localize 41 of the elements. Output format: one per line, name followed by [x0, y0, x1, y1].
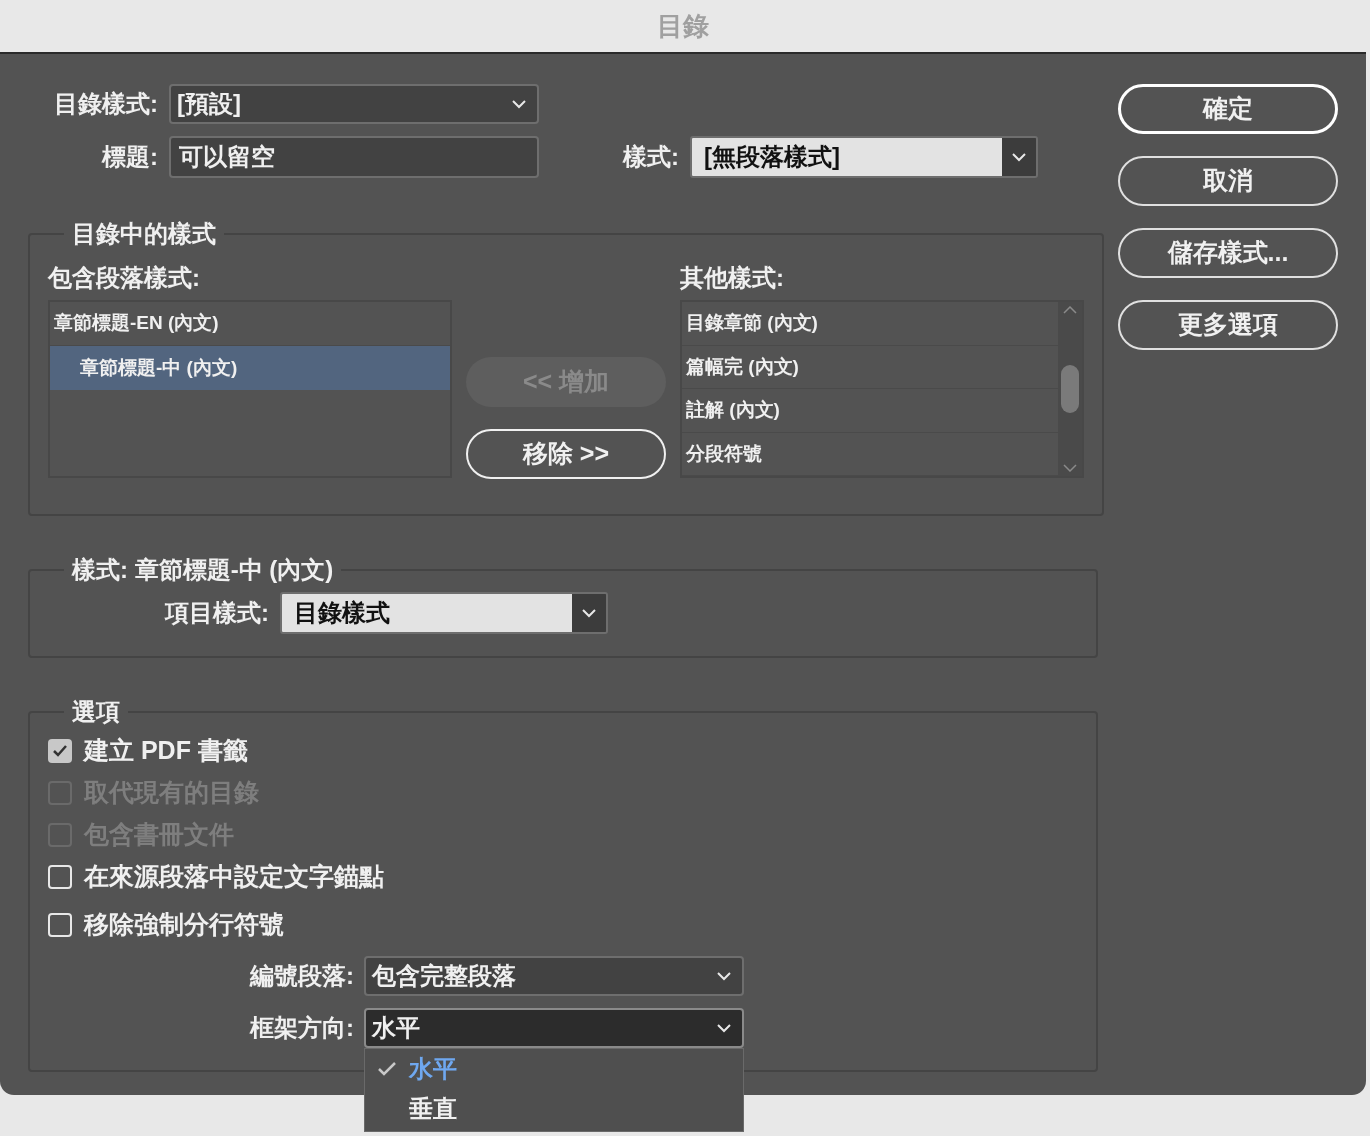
group-title: 目錄中的樣式 [71, 219, 217, 249]
dialog-button[interactable]: 確定 [1118, 84, 1338, 134]
dialog-button[interactable]: 更多選項 [1118, 300, 1338, 350]
window-title: 目錄 [657, 9, 709, 43]
chevron-down-icon [1011, 152, 1027, 162]
field-label: 框架方向: [248, 1013, 354, 1043]
checkbox[interactable] [48, 739, 72, 763]
group-title: 樣式: 章節標題-中 (內文) [70, 555, 335, 585]
title-style-dropdown[interactable]: [無段落樣式] [690, 136, 1038, 178]
group-title: 選項 [71, 697, 121, 727]
field-label: 樣式: [621, 142, 679, 172]
checkbox-label: 在來源段落中設定文字錨點 [84, 861, 384, 893]
chevron-down-icon [716, 971, 732, 981]
field-label: 目錄樣式: [53, 89, 158, 119]
title-input-field[interactable]: 可以留空 [169, 136, 539, 178]
scrollbar[interactable] [1058, 302, 1082, 476]
list-label: 包含段落樣式: [48, 263, 201, 292]
scroll-up-icon[interactable] [1063, 306, 1077, 314]
list-label: 其他樣式: [680, 263, 785, 292]
scrollbar-thumb[interactable] [1061, 365, 1079, 413]
field-label: 標題: [100, 142, 158, 172]
checkmark-icon [52, 744, 68, 758]
numbered-paragraphs-dropdown[interactable]: 包含完整段落 [364, 956, 744, 996]
chevron-down-icon [511, 99, 527, 109]
frame-direction-dropdown[interactable]: 水平 [364, 1008, 744, 1048]
dialog-button[interactable]: 取消 [1118, 156, 1338, 206]
chevron-down-icon [716, 1023, 732, 1033]
checkbox-label: 移除強制分行符號 [84, 909, 284, 941]
checkmark-icon [377, 1061, 397, 1077]
menu-item[interactable]: 垂直 [365, 1089, 743, 1129]
list-item[interactable]: 章節標題-中 (內文) [50, 346, 450, 390]
toc-style-dropdown[interactable]: [預設] [169, 84, 539, 124]
field-label: 項目樣式: [163, 598, 269, 628]
checkbox-label: 建立 PDF 書籤 [84, 735, 248, 767]
remove-button[interactable]: 移除 >> [466, 429, 666, 479]
list-item[interactable]: 目錄章節 (內文) [682, 302, 1058, 346]
dialog-button[interactable]: 儲存樣式... [1118, 228, 1338, 278]
field-label: 編號段落: [248, 961, 354, 991]
chevron-down-icon [581, 608, 597, 618]
scroll-down-icon[interactable] [1063, 464, 1077, 472]
entry-style-dropdown[interactable]: 目錄樣式 [280, 592, 608, 634]
